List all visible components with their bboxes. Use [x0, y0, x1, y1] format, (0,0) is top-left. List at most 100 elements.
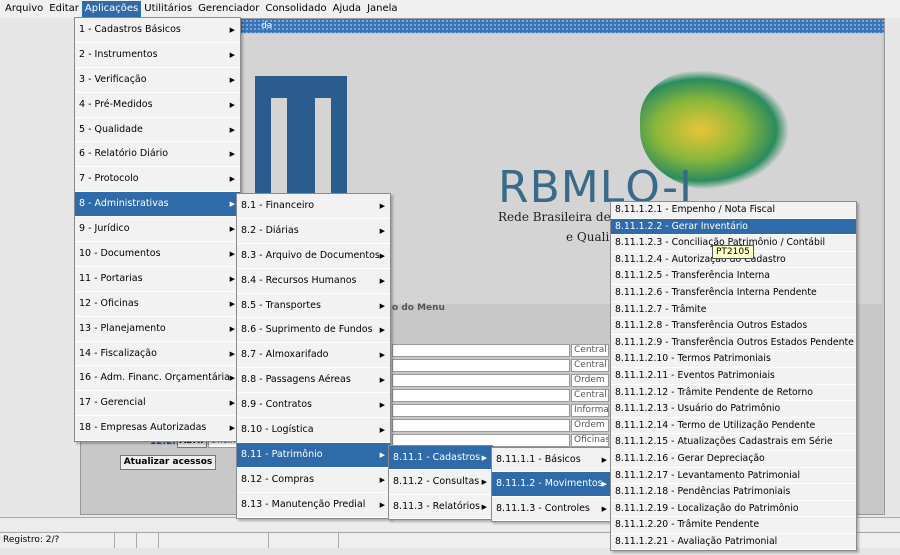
menu-caption: o do Menu	[392, 303, 445, 313]
menu-item-verificacao[interactable]: 3 - Verificação ▶	[75, 68, 240, 93]
menu-item-qualidade[interactable]: 5 - Qualidade ▶	[75, 118, 240, 143]
menu-item-logistica[interactable]: 8.10 - Logística ▶	[237, 418, 390, 443]
submenu-arrow-icon: ▶	[229, 349, 235, 358]
menu-item-protocolo[interactable]: 7 - Protocolo ▶	[75, 167, 240, 193]
menu-item-gerencial[interactable]: 17 - Gerencial ▶	[75, 391, 240, 417]
menu-item-fiscalizacao[interactable]: 14 - Fiscalização ▶	[75, 342, 240, 367]
menu-item-termos-patrimoniais[interactable]: 8.11.1.2.10 - Termos Patrimoniais	[611, 351, 856, 368]
submenu-arrow-icon: ▶	[229, 175, 235, 184]
text-field[interactable]	[392, 359, 570, 372]
submenu-arrow-icon: ▶	[379, 376, 385, 385]
menu-item-relatorios[interactable]: 8.11.3 - Relatórios ▶	[389, 495, 492, 520]
menu-item-patrimonio[interactable]: 8.11 - Patrimônio ▶	[237, 442, 390, 468]
menubar: Arquivo Editar Aplicações Utilitários Ge…	[0, 0, 900, 18]
submenu-arrow-icon: ▶	[229, 374, 235, 383]
menu-item-administrativas[interactable]: 8 - Administrativas ▶	[75, 192, 240, 218]
menu-item-tramite-pendente-retorno[interactable]: 8.11.1.2.12 - Trâmite Pendente de Retorn…	[611, 385, 856, 402]
submenu-arrow-icon: ▶	[229, 424, 235, 433]
menu-item-eventos-patrimoniais[interactable]: 8.11.1.2.11 - Eventos Patrimoniais	[611, 368, 856, 385]
status-cell	[269, 533, 339, 548]
submenu-arrow-icon: ▶	[229, 299, 235, 308]
menu-item-gerar-depreciacao[interactable]: 8.11.1.2.16 - Gerar Depreciação	[611, 451, 856, 468]
menu-item-recursos-humanos[interactable]: 8.4 - Recursos Humanos ▶	[237, 269, 390, 294]
menu-item-transferencia-interna[interactable]: 8.11.1.2.5 - Transferência Interna	[611, 268, 856, 285]
menu-gerenciador[interactable]: Gerenciador	[195, 1, 262, 17]
text-field[interactable]	[392, 374, 570, 387]
menu-item-suprimento-fundos[interactable]: 8.6 - Suprimento de Fundos ▶	[237, 318, 390, 344]
menu-item-instrumentos[interactable]: 2 - Instrumentos ▶	[75, 43, 240, 68]
field-label: Oficinas	[571, 434, 609, 447]
submenu-arrow-icon: ▶	[229, 324, 235, 333]
tooltip: PT2105	[712, 245, 754, 259]
menu-item-almoxarifado[interactable]: 8.7 - Almoxarifado ▶	[237, 343, 390, 369]
menu-aplicacoes[interactable]: Aplicações	[81, 1, 142, 17]
menu-item-financeiro[interactable]: 8.1 - Financeiro ▶	[237, 194, 390, 219]
menu-item-arquivo-documentos[interactable]: 8.3 - Arquivo de Documentos ▶	[237, 244, 390, 269]
submenu-arrow-icon: ▶	[229, 125, 235, 134]
menu-item-transferencia-interna-pendente[interactable]: 8.11.1.2.6 - Transferência Interna Pende…	[611, 285, 856, 302]
menu-janela[interactable]: Janela	[364, 1, 400, 17]
submenu-arrow-icon: ▶	[229, 100, 235, 109]
field-label: Central d	[571, 344, 609, 357]
menu-item-basicos[interactable]: 8.11.1.1 - Básicos ▶	[492, 448, 612, 473]
menu-item-diarias[interactable]: 8.2 - Diárias ▶	[237, 219, 390, 244]
menu-item-atualizacoes-cadastrais[interactable]: 8.11.1.2.15 - Atualizações Cadastrais em…	[611, 434, 856, 451]
menu-item-documentos[interactable]: 10 - Documentos ▶	[75, 242, 240, 267]
menu-item-transferencia-outros-estados[interactable]: 8.11.1.2.8 - Transferência Outros Estado…	[611, 318, 856, 335]
menu-item-planejamento[interactable]: 13 - Planejamento ▶	[75, 317, 240, 342]
menu-item-relatorio-diario[interactable]: 6 - Relatório Diário ▶	[75, 142, 240, 168]
menu-item-controles[interactable]: 8.11.1.3 - Controles ▶	[492, 497, 612, 521]
menu-item-usuario-patrimonio[interactable]: 8.11.1.2.13 - Usuário do Patrimônio	[611, 401, 856, 418]
submenu-arrow-icon: ▶	[379, 426, 385, 435]
menu-utilitarios[interactable]: Utilitários	[141, 1, 195, 17]
field-label: Ordem de	[571, 374, 609, 387]
menu-item-passagens-aereas[interactable]: 8.8 - Passagens Aéreas ▶	[237, 368, 390, 394]
menu-arquivo[interactable]: Arquivo	[2, 1, 46, 17]
submenu-arrow-icon: ▶	[601, 504, 607, 513]
menu-item-cadastros-basicos[interactable]: 1 - Cadastros Básicos ▶	[75, 18, 240, 43]
menu-item-transferencia-outros-estados-pendente[interactable]: 8.11.1.2.9 - Transferência Outros Estado…	[611, 335, 856, 352]
submenu-arrow-icon: ▶	[481, 454, 487, 462]
menu-item-avaliacao-patrimonial[interactable]: 8.11.1.2.21 - Avaliação Patrimonial	[611, 534, 856, 551]
submenu-arrow-icon: ▶	[229, 150, 235, 159]
menu-item-empenho-nota-fiscal[interactable]: 8.11.1.2.1 - Empenho / Nota Fiscal	[611, 202, 856, 219]
menu-item-pre-medidos[interactable]: 4 - Pré-Medidos ▶	[75, 93, 240, 118]
menu-item-manutencao-predial[interactable]: 8.13 - Manutenção Predial ▶	[237, 493, 390, 518]
menu-item-oficinas[interactable]: 12 - Oficinas ▶	[75, 292, 240, 317]
menu-item-tramite[interactable]: 8.11.1.2.7 - Trâmite	[611, 302, 856, 319]
menu-item-movimentos[interactable]: 8.11.1.2 - Movimentos ▶	[492, 472, 612, 497]
menu-ajuda[interactable]: Ajuda	[330, 1, 364, 17]
menu-item-termo-utilizacao-pendente[interactable]: 8.11.1.2.14 - Termo de Utilização Penden…	[611, 418, 856, 435]
text-field[interactable]	[392, 404, 570, 417]
menu-item-tramite-pendente[interactable]: 8.11.1.2.20 - Trâmite Pendente	[611, 517, 856, 534]
text-field[interactable]	[392, 389, 570, 402]
menu-item-cadastros[interactable]: 8.11.1 - Cadastros ▶	[389, 446, 492, 471]
menu-editar[interactable]: Editar	[46, 1, 82, 17]
atualizar-acessos-button[interactable]: Atualizar acessos	[120, 455, 216, 470]
submenu-arrow-icon: ▶	[229, 399, 235, 408]
menu-item-gerar-inventario[interactable]: 8.11.1.2.2 - Gerar Inventário	[611, 218, 856, 236]
submenu-arrow-icon: ▶	[601, 480, 607, 489]
field-label: Ordem de	[571, 419, 609, 432]
field-label: Central d	[571, 359, 609, 372]
text-field[interactable]	[392, 419, 570, 432]
submenu-arrow-icon: ▶	[379, 475, 385, 484]
menu-item-adm-financ[interactable]: 16 - Adm. Financ. Orçamentária ▶	[75, 366, 240, 392]
field-label: Informativ	[571, 404, 609, 417]
menu-item-pendencias-patrimoniais[interactable]: 8.11.1.2.18 - Pendências Patrimoniais	[611, 484, 856, 501]
submenu-arrow-icon: ▶	[481, 478, 487, 487]
menu-item-localizacao-patrimonio[interactable]: 8.11.1.2.19 - Localização do Patrimônio	[611, 501, 856, 518]
submenu-arrow-icon: ▶	[379, 276, 385, 285]
submenu-arrow-icon: ▶	[481, 502, 487, 511]
menu-item-contratos[interactable]: 8.9 - Contratos ▶	[237, 393, 390, 419]
menu-item-compras[interactable]: 8.12 - Compras ▶	[237, 468, 390, 493]
menu-item-juridico[interactable]: 9 - Jurídico ▶	[75, 217, 240, 243]
submenu-arrow-icon: ▶	[229, 200, 235, 209]
menu-item-consultas[interactable]: 8.11.2 - Consultas ▶	[389, 470, 492, 495]
menu-consolidado[interactable]: Consolidado	[262, 1, 329, 17]
menu-item-portarias[interactable]: 11 - Portarias ▶	[75, 267, 240, 292]
menu-item-empresas-autorizadas[interactable]: 18 - Empresas Autorizadas ▶	[75, 416, 240, 442]
text-field[interactable]	[392, 344, 570, 357]
menu-item-levantamento-patrimonial[interactable]: 8.11.1.2.17 - Levantamento Patrimonial	[611, 468, 856, 485]
menu-item-transportes[interactable]: 8.5 - Transportes ▶	[237, 294, 390, 319]
